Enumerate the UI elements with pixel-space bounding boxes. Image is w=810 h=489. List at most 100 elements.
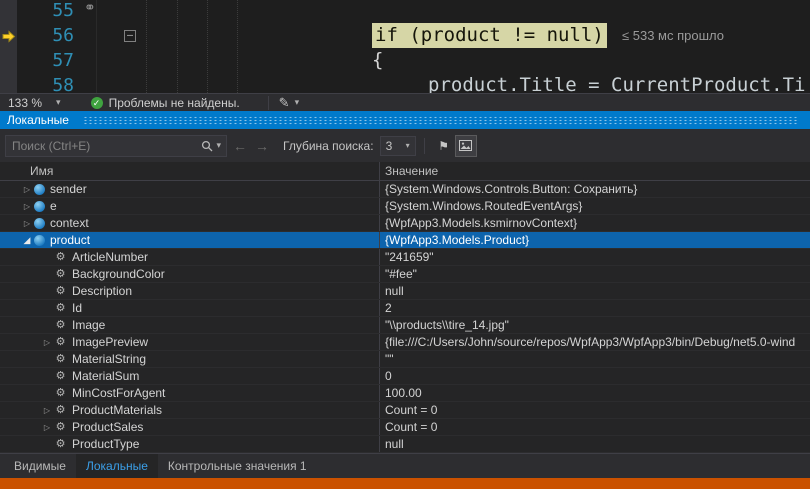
variable-row-product[interactable]: ◢product{WpfApp3.Models.Product} <box>0 232 810 249</box>
code-cleanup-icon[interactable]: ✎ <box>279 95 290 111</box>
search-input[interactable] <box>6 139 196 153</box>
chevron-down-icon: ▾ <box>406 141 410 150</box>
variable-name: product <box>50 233 90 247</box>
variable-row-ImagePreview[interactable]: ▷⚙ImagePreview{file:///C:/Users/John/sou… <box>0 334 810 351</box>
variable-value: {System.Windows.Controls.Button: Сохрани… <box>380 181 810 197</box>
variable-row-BackgroundColor[interactable]: ⚙ BackgroundColor "#fee" <box>0 266 810 283</box>
search-icon[interactable] <box>201 140 213 152</box>
code-line-58[interactable]: 58 product.Title = CurrentProduct.Ti <box>0 73 810 93</box>
variable-row-Image[interactable]: ⚙Image"\\products\\tire_14.jpg" <box>0 317 810 334</box>
variable-value: Count = 0 <box>380 419 810 435</box>
variable-name: ImagePreview <box>72 335 148 349</box>
search-prev-button[interactable]: ← <box>231 138 249 154</box>
variable-value: {file:///C:/Users/John/source/repos/WpfA… <box>380 334 810 350</box>
problems-status: Проблемы не найдены. <box>109 96 240 110</box>
variable-row-MinCostForAgent[interactable]: ⚙MinCostForAgent100.00 <box>0 385 810 402</box>
panel-drag-grip[interactable] <box>83 116 798 125</box>
variable-name: ProductSales <box>72 420 143 434</box>
code-cleanup-dropdown-icon[interactable]: ▾ <box>295 97 300 108</box>
variable-row-MaterialSum[interactable]: ⚙ MaterialSum 0 <box>0 368 810 385</box>
expander-expanded-icon[interactable]: ◢ <box>20 235 34 246</box>
search-next-button[interactable]: → <box>253 138 271 154</box>
code-editor[interactable]: 55 ⚭ 56 if (product != null) ≤ 533 мс пр… <box>0 0 810 93</box>
variable-name: Description <box>72 284 132 298</box>
object-icon <box>34 218 45 229</box>
variable-value: {System.Windows.RoutedEventArgs} <box>380 198 810 214</box>
code-fold-icon[interactable]: – <box>124 30 136 42</box>
variable-value: "\\products\\tire_14.jpg" <box>380 317 810 333</box>
variable-row-ProductType[interactable]: ⚙ ProductType null <box>0 436 810 453</box>
code-line-55[interactable]: 55 ⚭ <box>0 0 810 23</box>
check-icon: ✓ <box>91 97 103 109</box>
tab-watch-1[interactable]: Контрольные значения 1 <box>158 454 317 478</box>
expander-collapsed-icon[interactable]: ▷ <box>40 338 54 347</box>
variable-name: Id <box>72 301 82 315</box>
line-number: 55 <box>18 0 74 23</box>
search-box[interactable]: ▾ <box>5 135 227 157</box>
variable-name: ProductType <box>72 437 139 451</box>
perf-tip[interactable]: ≤ 533 мс прошло <box>622 23 724 48</box>
code-text[interactable]: product.Title = CurrentProduct.Ti <box>428 73 806 93</box>
variable-row-Id[interactable]: ⚙ Id 2 <box>0 300 810 317</box>
expander-collapsed-icon[interactable]: ▷ <box>20 185 34 194</box>
variable-name: BackgroundColor <box>72 267 165 281</box>
property-icon: ⚙ <box>54 269 67 280</box>
visual-studio-debugger: 55 ⚭ 56 if (product != null) ≤ 533 мс пр… <box>0 0 810 489</box>
search-depth-select[interactable]: 3 ▾ <box>380 136 416 156</box>
property-icon: ⚙ <box>54 371 67 382</box>
pin-link-icon[interactable]: ⚭ <box>84 0 96 21</box>
tab-autos[interactable]: Видимые <box>4 454 76 478</box>
variable-row-context[interactable]: ▷context{WpfApp3.Models.ksmirnovContext} <box>0 215 810 232</box>
variable-value: 0 <box>380 368 810 384</box>
variable-row-ProductSales[interactable]: ▷⚙ProductSalesCount = 0 <box>0 419 810 436</box>
variable-row-MaterialString[interactable]: ⚙MaterialString"" <box>0 351 810 368</box>
code-health-indicator[interactable]: ✓ Проблемы не найдены. <box>91 96 240 110</box>
line-number: 56 <box>18 23 74 48</box>
column-header-name[interactable]: Имя <box>0 162 380 180</box>
variable-name: sender <box>50 182 87 196</box>
variable-row-ArticleNumber[interactable]: ⚙ArticleNumber"241659" <box>0 249 810 266</box>
locals-panel-header[interactable]: Локальные <box>0 111 810 129</box>
tab-locals[interactable]: Локальные <box>76 454 158 478</box>
zoom-dropdown-icon[interactable]: ▾ <box>56 97 61 108</box>
variable-row-Description[interactable]: ⚙Descriptionnull <box>0 283 810 300</box>
variable-name: MaterialSum <box>72 369 139 383</box>
variable-value: 2 <box>380 300 810 316</box>
property-icon: ⚙ <box>54 354 67 365</box>
variable-value: "#fee" <box>380 266 810 282</box>
zoom-level[interactable]: 133 % <box>8 96 42 110</box>
property-icon: ⚙ <box>54 439 67 450</box>
divider <box>268 96 269 110</box>
flag-icon[interactable]: ⚑ <box>433 135 455 157</box>
variable-value: null <box>380 283 810 299</box>
expander-collapsed-icon[interactable]: ▷ <box>40 406 54 415</box>
expander-collapsed-icon[interactable]: ▷ <box>20 219 34 228</box>
property-icon: ⚙ <box>54 252 67 263</box>
variable-row-ProductMaterials[interactable]: ▷⚙ProductMaterialsCount = 0 <box>0 402 810 419</box>
property-icon: ⚙ <box>54 303 67 314</box>
object-icon <box>34 201 45 212</box>
variable-row-e[interactable]: ▷e{System.Windows.RoutedEventArgs} <box>0 198 810 215</box>
variable-name: context <box>50 216 89 230</box>
expander-collapsed-icon[interactable]: ▷ <box>20 202 34 211</box>
image-preview-toggle-button[interactable] <box>455 135 477 157</box>
variable-row-sender[interactable]: ▷ sender {System.Windows.Controls.Button: … <box>0 181 810 198</box>
code-text[interactable]: { <box>372 48 383 73</box>
expander-collapsed-icon[interactable]: ▷ <box>40 423 54 432</box>
property-icon: ⚙ <box>54 405 67 416</box>
variable-name: MinCostForAgent <box>72 386 165 400</box>
current-statement-arrow[interactable] <box>2 30 16 43</box>
current-statement-code[interactable]: if (product != null) <box>372 23 607 48</box>
variables-list: ▷ sender {System.Windows.Controls.Button: … <box>0 181 810 453</box>
bottom-tab-bar: Видимые Локальные Контрольные значения 1 <box>0 453 810 478</box>
code-line-57[interactable]: 57 { <box>0 48 810 73</box>
column-header-value[interactable]: Значение <box>380 162 810 180</box>
variable-name: ArticleNumber <box>72 250 148 264</box>
search-depth-label: Глубина поиска: <box>283 139 374 153</box>
picture-icon <box>459 140 472 151</box>
search-options-dropdown-icon[interactable]: ▾ <box>216 140 221 151</box>
object-icon <box>34 235 45 246</box>
variable-value: null <box>380 436 810 452</box>
divider <box>424 138 425 154</box>
variable-value: Count = 0 <box>380 402 810 418</box>
